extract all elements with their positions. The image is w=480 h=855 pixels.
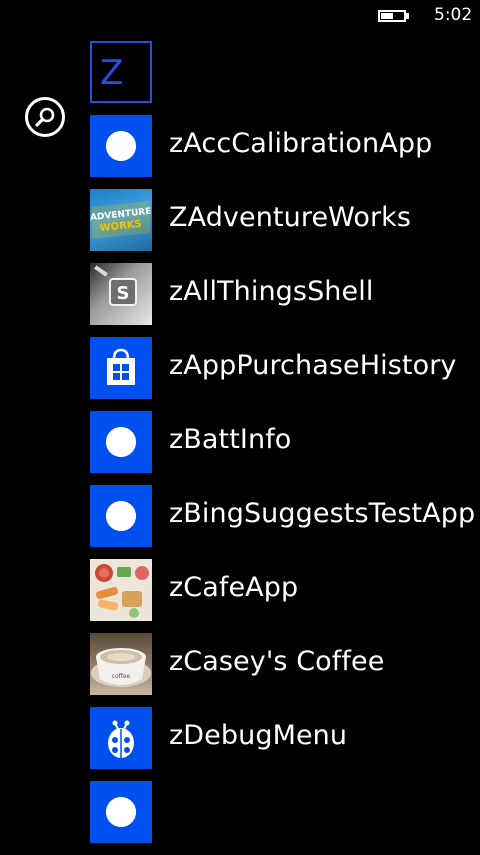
app-name: zBingSuggestsTestApp (169, 498, 476, 529)
app-tile: S (90, 263, 152, 325)
shell-logo-letter: S (117, 283, 130, 304)
adventure-works-logo: ADVENTURE WORKS (90, 201, 152, 239)
status-bar: 5:02 (0, 0, 480, 32)
shell-icon: S (94, 265, 137, 306)
app-list-item[interactable]: ADVENTURE WORKS ZAdventureWorks (90, 189, 480, 251)
app-name: zAllThingsShell (169, 276, 374, 307)
food-photo (95, 564, 149, 618)
app-name: ZAdventureWorks (169, 202, 412, 233)
app-tile (90, 115, 152, 177)
app-tile (90, 337, 152, 399)
app-tile (90, 559, 152, 621)
app-name: zDebugMenu (169, 720, 348, 751)
gear-icon (105, 130, 137, 162)
app-name: zBattInfo (169, 424, 292, 455)
app-name: zCasey's Coffee (169, 646, 385, 677)
app-tile: coffee (90, 633, 152, 695)
letter-group-tile[interactable]: Z (90, 41, 152, 103)
battery-nub (406, 13, 409, 19)
app-list-item[interactable]: coffee zCasey's Coffee (90, 633, 480, 695)
gear-icon (105, 426, 137, 458)
gear-icon (105, 500, 137, 532)
letter-group-label: Z (100, 53, 124, 93)
gear-icon (105, 796, 137, 828)
app-tile: ADVENTURE WORKS (90, 189, 152, 251)
store-bag-icon (107, 348, 135, 385)
app-name: zCafeApp (169, 572, 299, 603)
bug-icon (108, 720, 134, 758)
app-list-item[interactable]: zAccCalibrationApp (90, 115, 480, 177)
app-name: zAccCalibrationApp (169, 128, 433, 159)
app-list-item[interactable]: zCafeApp (90, 559, 480, 621)
battery-icon (378, 10, 406, 22)
battery-level (381, 13, 393, 19)
app-name: zAppPurchaseHistory (169, 350, 457, 381)
magnifier-icon (35, 107, 55, 127)
app-list-item[interactable]: zDebugMenu (90, 707, 480, 769)
app-list-item[interactable]: zAppPurchaseHistory (90, 337, 480, 399)
app-tile (90, 485, 152, 547)
app-list-item[interactable]: zBattInfo (90, 411, 480, 473)
app-list-item[interactable]: S zAllThingsShell (90, 263, 480, 325)
search-button[interactable] (25, 97, 65, 137)
app-tile (90, 707, 152, 769)
coffee-cup-photo: coffee (91, 648, 151, 687)
cup-label: coffee (112, 673, 131, 680)
app-list-item[interactable]: zBingSuggestsTestApp (90, 485, 480, 547)
app-tile (90, 781, 152, 843)
app-list: zAccCalibrationApp ADVENTURE WORKS ZAdve… (90, 115, 480, 855)
app-list-item[interactable] (90, 781, 480, 843)
app-tile (90, 411, 152, 473)
clock: 5:02 (434, 5, 473, 25)
